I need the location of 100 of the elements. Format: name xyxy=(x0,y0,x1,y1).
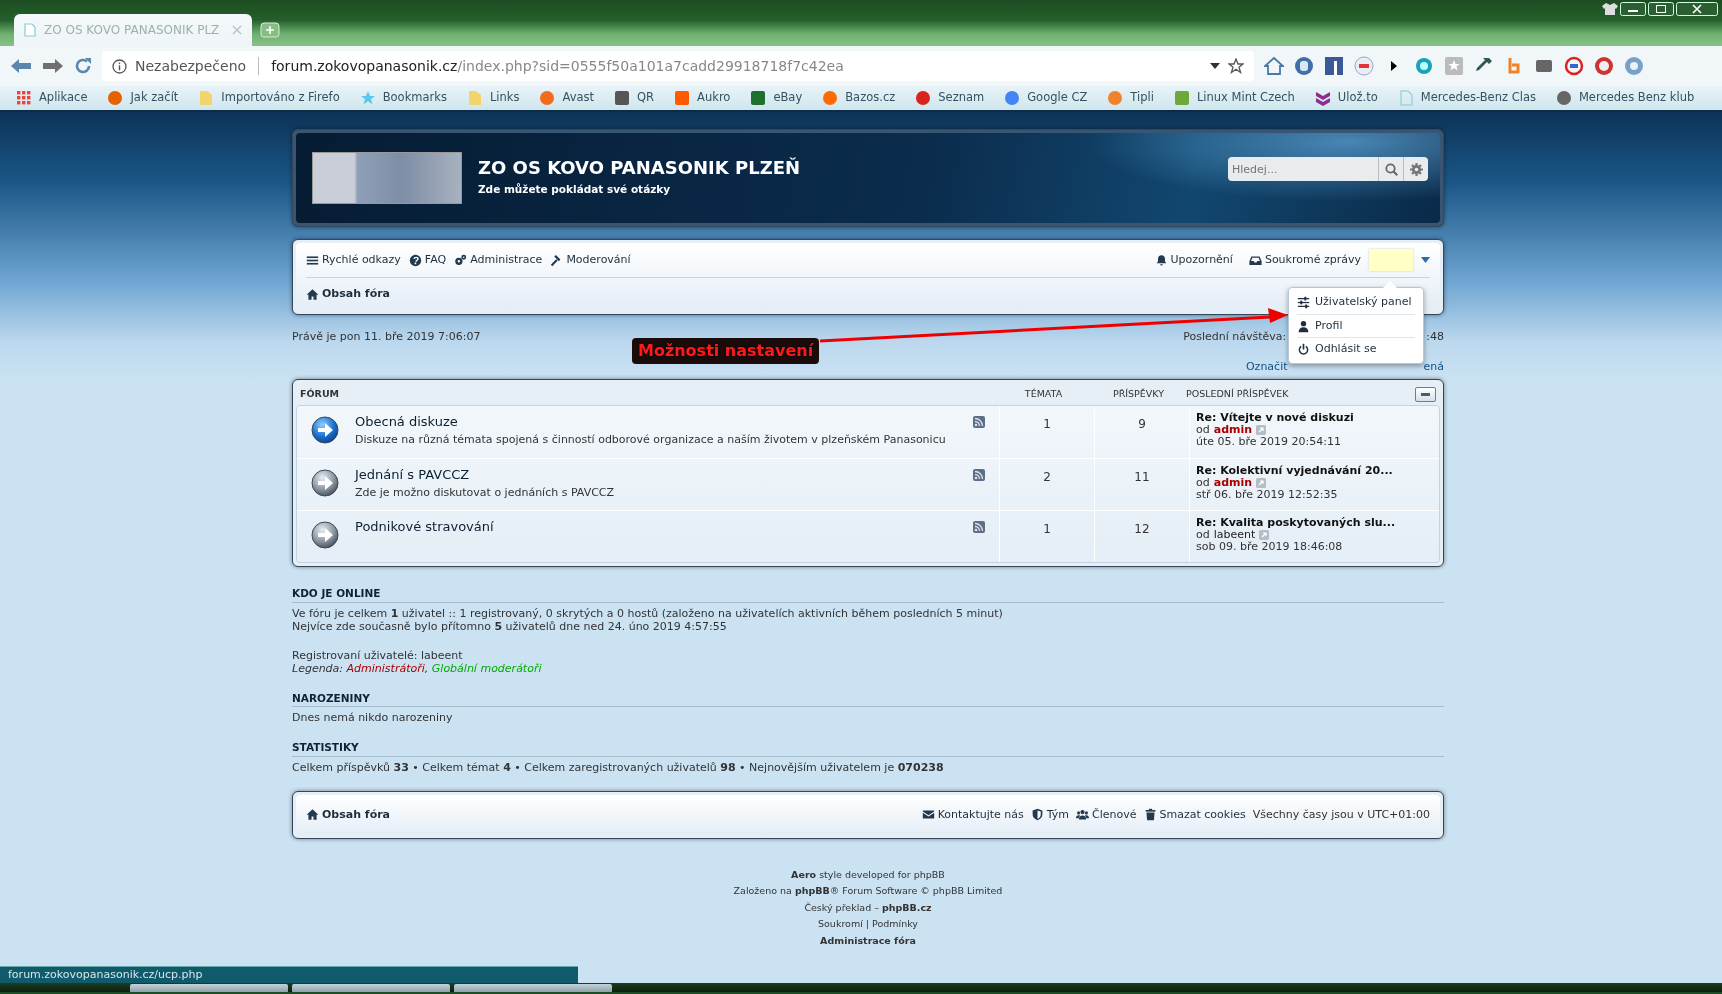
bookmark-link[interactable]: Linux Mint Czech xyxy=(1173,89,1295,107)
tab-title: ZO OS KOVO PANASONIK PLZ xyxy=(44,22,221,39)
security-label: Nezabezpečeno xyxy=(135,56,247,76)
envelope-icon xyxy=(921,808,935,822)
online-text: Ve fóru je celkem 1 uživatel :: 1 registrovaný, 0 skrytých a 0 hostů (založeno na uživatelích aktivních během posledních 5 minut) xyxy=(292,606,1004,620)
search-button[interactable] xyxy=(1378,157,1403,181)
bookmark-link[interactable]: Bazos.cz xyxy=(822,89,896,107)
current-time: Právě je pon 11. bře 2019 7:06:07 xyxy=(292,328,481,345)
bookmark-link[interactable]: eBay xyxy=(750,89,803,107)
credits-text: Český překlad – phpBB.cz xyxy=(804,901,932,913)
nav-link[interactable]: FAQ xyxy=(408,251,447,269)
bookmark-link[interactable]: Google CZ xyxy=(1004,89,1088,107)
status-bar: forum.zokovopanasonik.cz/ucp.php xyxy=(0,966,578,983)
nav-link[interactable]: Administrace xyxy=(454,251,543,269)
group-link[interactable]: Administrátoři xyxy=(346,661,425,675)
bookmark-link[interactable]: QR xyxy=(614,89,655,107)
forum-title-link[interactable]: Jednání s PAVCCZ xyxy=(355,465,957,485)
topics-count: 1 xyxy=(999,511,1094,562)
footer-link[interactable]: Kontaktujte nás xyxy=(921,806,1024,824)
help-icon xyxy=(408,253,422,267)
sliders-icon xyxy=(1297,296,1310,309)
mark-read-link[interactable]: ená xyxy=(1423,358,1444,376)
site-title[interactable]: ZO OS KOVO PANASONIK PLZEŇ xyxy=(478,158,801,178)
shield-icon xyxy=(1030,808,1044,822)
page-icon xyxy=(24,23,36,37)
annotation-label: Možnosti nastavení xyxy=(632,338,820,364)
topics-count: 1 xyxy=(999,406,1094,458)
bookmark-link[interactable]: Tipli xyxy=(1107,89,1154,107)
new-tab-icon xyxy=(260,21,280,38)
footer-link[interactable]: Smazat cookies xyxy=(1143,806,1246,824)
footer-link[interactable]: Tým xyxy=(1030,806,1070,824)
nav-link[interactable]: Soukromé zprávy xyxy=(1248,251,1361,269)
bookmark-link[interactable]: Mercedes-Benz Clas xyxy=(1397,89,1536,107)
section-heading: STATISTIKY xyxy=(292,741,1444,757)
nav-link[interactable]: Moderování xyxy=(550,251,631,269)
author-link[interactable]: admin xyxy=(1213,477,1253,489)
bookmark-link[interactable]: Importováno z Firefo xyxy=(198,89,340,107)
rss-icon[interactable] xyxy=(973,469,985,481)
last-post-link[interactable]: Re: Kvalita poskytovaných slu... xyxy=(1196,517,1433,529)
forum-title-link[interactable]: Podnikové stravování xyxy=(355,517,957,537)
posts-count: 12 xyxy=(1094,511,1189,562)
author-link[interactable]: labeent xyxy=(1213,529,1256,541)
settings-button[interactable] xyxy=(1403,157,1428,181)
home-icon xyxy=(1264,56,1284,76)
menu-item[interactable]: Profil xyxy=(1297,314,1415,337)
info-icon xyxy=(112,58,127,74)
nav-link[interactable]: Rychlé odkazy xyxy=(306,251,401,269)
blocked-icon xyxy=(1564,56,1584,76)
statistics-text: Celkem příspěvků 33 • Celkem témat 4 • Celkem zaregistrovaných uživatelů 98 • Nejnovějším uživatelem je 070238 xyxy=(292,760,945,774)
last-post-link[interactable]: Re: Vítejte v nové diskuzi xyxy=(1196,412,1433,424)
post-date: stř 06. bře 2019 12:52:35 xyxy=(1196,489,1339,501)
forum-description: Diskuze na různá témata spojená s činností odborové organizace a naším životem v plzeňském Panasonicu xyxy=(355,431,947,448)
author-link[interactable]: admin xyxy=(1213,424,1253,436)
collapse-button[interactable] xyxy=(1415,386,1436,402)
power-icon xyxy=(1297,342,1310,356)
forum-title-link[interactable]: Obecná diskuze xyxy=(355,412,957,432)
breadcrumb-link[interactable]: Obsah fóra xyxy=(306,286,391,303)
breadcrumb-link[interactable]: Obsah fóra xyxy=(306,806,391,824)
posts-count: 9 xyxy=(1094,406,1189,458)
birthdays-text: Dnes nemá nikdo narozeniny xyxy=(292,711,454,725)
section-heading: KDO JE ONLINE xyxy=(292,587,1444,603)
bookmark-link[interactable]: Mercedes Benz klub xyxy=(1555,89,1695,107)
registered-users-text: Registrovaní uživatelé: labeent xyxy=(292,648,464,662)
rss-icon[interactable] xyxy=(973,521,985,533)
menu-item[interactable]: Odhlásit se xyxy=(1297,337,1415,360)
url-text: forum.zokovopanasonik.cz/index.php?sid=0555f50a101a7cadd29918718f7c42ea xyxy=(271,56,844,76)
search-field[interactable]: Hledej... xyxy=(1228,157,1378,181)
bell-icon xyxy=(1154,253,1168,267)
users-icon xyxy=(1076,808,1090,822)
bookmark-link[interactable]: Avast xyxy=(539,89,595,107)
bookmark-link[interactable]: Aukro xyxy=(674,89,731,107)
bookmark-link[interactable]: Bookmarks xyxy=(359,89,447,107)
by-label: od xyxy=(1196,424,1210,436)
user-icon xyxy=(1297,319,1310,333)
circle-icon xyxy=(1354,56,1374,76)
column-header: TÉMATA xyxy=(1023,386,1064,401)
last-post-link[interactable]: Re: Kolektivní vyjednávání 20... xyxy=(1196,465,1433,477)
home-icon xyxy=(306,288,319,301)
address-field[interactable]: Nezabezpečeno forum.zokovopanasonik.cz/index.php?sid=0555f50a101a7cadd29918718f7c42ea xyxy=(102,51,1254,81)
footer-link[interactable]: Členové xyxy=(1076,806,1137,824)
caret-icon xyxy=(1421,257,1430,263)
credits-text: Soukromí | Podmínky xyxy=(818,918,918,930)
online-text: Nejvíce zde současně bylo přítomno 5 uživatelů dne ned 24. úno 2019 4:57:55 xyxy=(292,619,728,633)
column-header: POSLEDNÍ PŘÍSPĚVEK xyxy=(1186,386,1289,401)
bookmark-link[interactable]: Jak začít xyxy=(107,89,179,107)
credits-text: Aero style developed for phpBB xyxy=(791,868,945,880)
by-label: od xyxy=(1196,477,1210,489)
inbox-icon xyxy=(1248,253,1262,267)
menu-item[interactable]: Uživatelský panel xyxy=(1297,291,1415,314)
bookmark-link[interactable]: Links xyxy=(466,89,520,107)
rss-icon[interactable] xyxy=(973,416,985,428)
minus-icon xyxy=(1421,392,1430,396)
last-visit-text: :48 xyxy=(1426,328,1444,345)
mark-read-link[interactable]: Označit xyxy=(1245,358,1288,376)
nav-link[interactable]: Upozornění xyxy=(1154,251,1233,269)
bookmark-link[interactable]: Seznam xyxy=(915,89,985,107)
reload-icon xyxy=(74,57,92,75)
bookmark-link[interactable]: Ulož.to xyxy=(1314,89,1378,107)
bookmark-link[interactable]: Aplikace xyxy=(16,89,88,107)
search-icon xyxy=(1384,162,1398,176)
